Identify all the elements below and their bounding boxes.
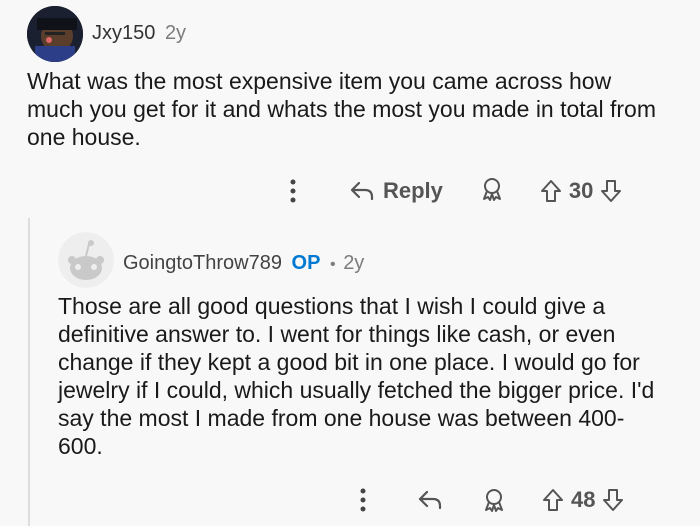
vote-controls: 30 bbox=[539, 178, 623, 204]
upvote-arrow-icon[interactable] bbox=[539, 178, 563, 204]
comment-body: What was the most expensive item you cam… bbox=[27, 68, 656, 150]
snoo-avatar-icon bbox=[58, 232, 114, 288]
reply-button[interactable] bbox=[417, 489, 443, 511]
reply-label: Reply bbox=[383, 178, 443, 203]
reply-arrow-icon bbox=[418, 490, 442, 510]
comment-age: 2y bbox=[343, 252, 365, 274]
avatar-image bbox=[27, 6, 83, 62]
vote-controls: 48 bbox=[541, 487, 625, 513]
more-vertical-icon[interactable] bbox=[355, 488, 371, 512]
downvote-arrow-icon[interactable] bbox=[601, 487, 625, 513]
comment-body: Those are all good questions that I wish… bbox=[58, 293, 655, 459]
vote-score: 30 bbox=[568, 178, 594, 203]
comment-username[interactable]: GoingtoThrow789 OP • 2y bbox=[123, 252, 364, 275]
comment-actions: 48 bbox=[355, 484, 625, 516]
comment-age: 2y bbox=[164, 22, 187, 44]
award-icon[interactable] bbox=[481, 487, 507, 513]
more-vertical-icon[interactable] bbox=[285, 179, 301, 203]
user-avatar[interactable] bbox=[27, 6, 83, 62]
username-text[interactable]: GoingtoThrow789 bbox=[123, 252, 282, 274]
vote-score: 48 bbox=[571, 487, 596, 512]
comment-2: GoingtoThrow789 OP • 2y Those are all go… bbox=[0, 215, 700, 526]
downvote-arrow-icon[interactable] bbox=[599, 178, 623, 204]
comment-1: Jxy150 2y What was the most expensive it… bbox=[0, 0, 700, 215]
meta-separator: • bbox=[330, 256, 336, 273]
comment-username[interactable]: Jxy150 2y bbox=[92, 22, 186, 45]
user-avatar[interactable] bbox=[58, 232, 114, 288]
comment-actions: Reply 30 bbox=[285, 175, 623, 207]
username-text[interactable]: Jxy150 bbox=[92, 22, 155, 44]
op-badge: OP bbox=[291, 252, 321, 274]
upvote-arrow-icon[interactable] bbox=[541, 487, 565, 513]
award-icon[interactable] bbox=[479, 176, 505, 207]
reply-button[interactable]: Reply bbox=[349, 178, 443, 204]
reply-arrow-icon bbox=[350, 181, 374, 201]
